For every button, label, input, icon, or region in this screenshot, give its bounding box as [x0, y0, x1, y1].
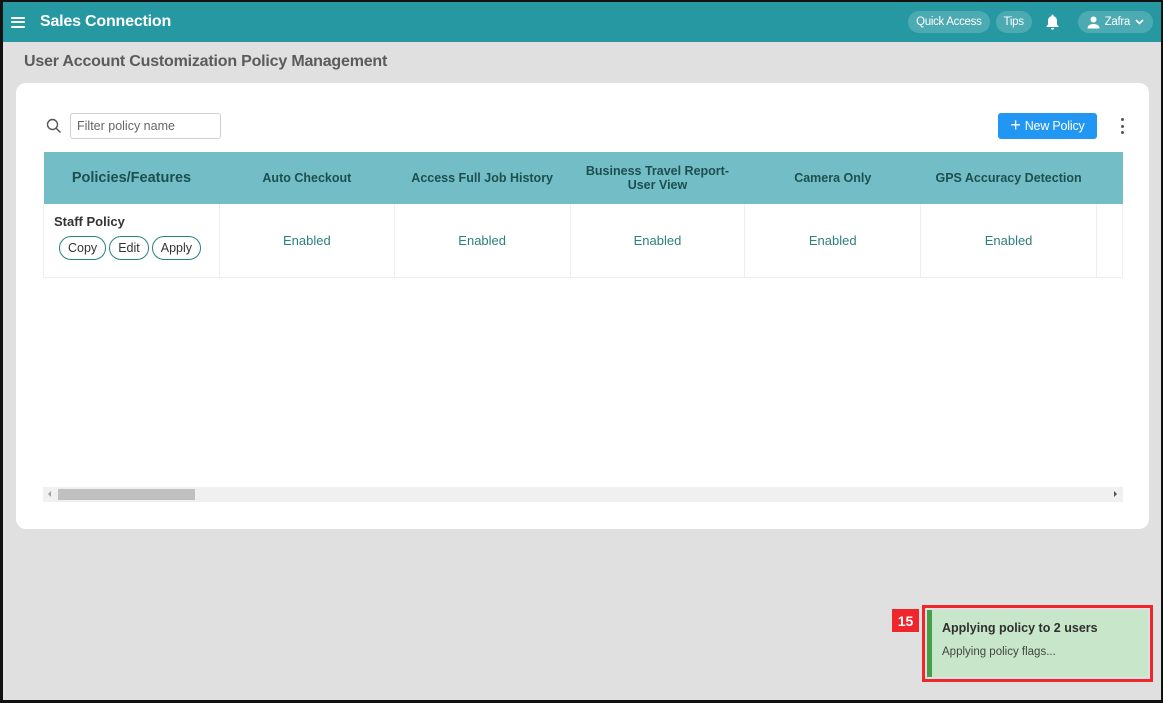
search-bar — [46, 113, 221, 139]
toast-highlight: Applying policy to 2 users Applying poli… — [922, 605, 1153, 682]
horizontal-scrollbar[interactable] — [43, 487, 1123, 502]
toast-title: Applying policy to 2 users — [942, 621, 1098, 635]
column-header-gps-accuracy: GPS Accuracy Detection — [920, 152, 1097, 204]
column-header-auto-checkout: Auto Checkout — [219, 152, 395, 204]
copy-button[interactable]: Copy — [59, 236, 107, 260]
column-header-overflow — [1096, 152, 1123, 204]
cell-access-full-job-history: Enabled — [394, 204, 571, 278]
policy-card: + New Policy Policies/Features Auto Chec… — [16, 83, 1149, 529]
policy-table-container: Policies/Features Auto Checkout Access F… — [43, 152, 1123, 482]
cell-overflow — [1096, 204, 1123, 278]
column-header-access-full-job-history: Access Full Job History — [394, 152, 571, 204]
policy-cell: Staff Policy Copy Edit Apply — [43, 204, 220, 278]
tips-button[interactable]: Tips — [995, 11, 1032, 33]
policy-table: Policies/Features Auto Checkout Access F… — [43, 152, 1123, 278]
cell-camera-only: Enabled — [744, 204, 922, 278]
column-header-camera-only: Camera Only — [744, 152, 921, 204]
policy-name: Staff Policy — [54, 214, 125, 229]
quick-access-button[interactable]: Quick Access — [908, 11, 990, 33]
apply-button[interactable]: Apply — [151, 236, 202, 260]
cell-business-travel-report: Enabled — [570, 204, 746, 278]
menu-icon[interactable] — [11, 16, 25, 28]
column-header-policies: Policies/Features — [43, 152, 220, 204]
cell-gps-accuracy: Enabled — [920, 204, 1097, 278]
search-icon — [46, 118, 61, 133]
user-icon — [1087, 16, 1100, 28]
cell-auto-checkout: Enabled — [219, 204, 395, 278]
scroll-left-icon[interactable] — [48, 491, 51, 497]
chevron-down-icon — [1135, 19, 1144, 25]
toast-message: Applying policy flags... — [942, 646, 1056, 658]
user-menu[interactable]: Zafra — [1077, 11, 1153, 33]
toast-notification: Applying policy to 2 users Applying poli… — [927, 610, 1148, 677]
app-title: Sales Connection — [40, 13, 172, 30]
more-options-icon[interactable] — [1117, 116, 1127, 136]
plus-icon: + — [1010, 115, 1021, 135]
filter-policy-input[interactable] — [70, 113, 221, 139]
table-row: Staff Policy Copy Edit Apply Enabled Ena… — [43, 204, 1123, 278]
scrollbar-thumb[interactable] — [58, 489, 195, 500]
new-policy-button[interactable]: + New Policy — [998, 113, 1097, 139]
table-header-row: Policies/Features Auto Checkout Access F… — [43, 152, 1123, 204]
annotation-badge: 15 — [892, 609, 919, 632]
column-header-business-travel-report: Business Travel Report-User View — [570, 152, 745, 204]
new-policy-label: New Policy — [1024, 119, 1085, 133]
edit-button[interactable]: Edit — [109, 236, 149, 260]
app-window: Sales Connection Quick Access Tips Zafra… — [0, 0, 1163, 703]
notifications-bell-icon[interactable] — [1042, 11, 1064, 33]
user-name: Zafra — [1104, 16, 1131, 28]
scroll-right-icon[interactable] — [1114, 491, 1117, 497]
page-title: User Account Customization Policy Manage… — [24, 53, 388, 70]
top-bar: Sales Connection Quick Access Tips Zafra — [3, 2, 1161, 42]
